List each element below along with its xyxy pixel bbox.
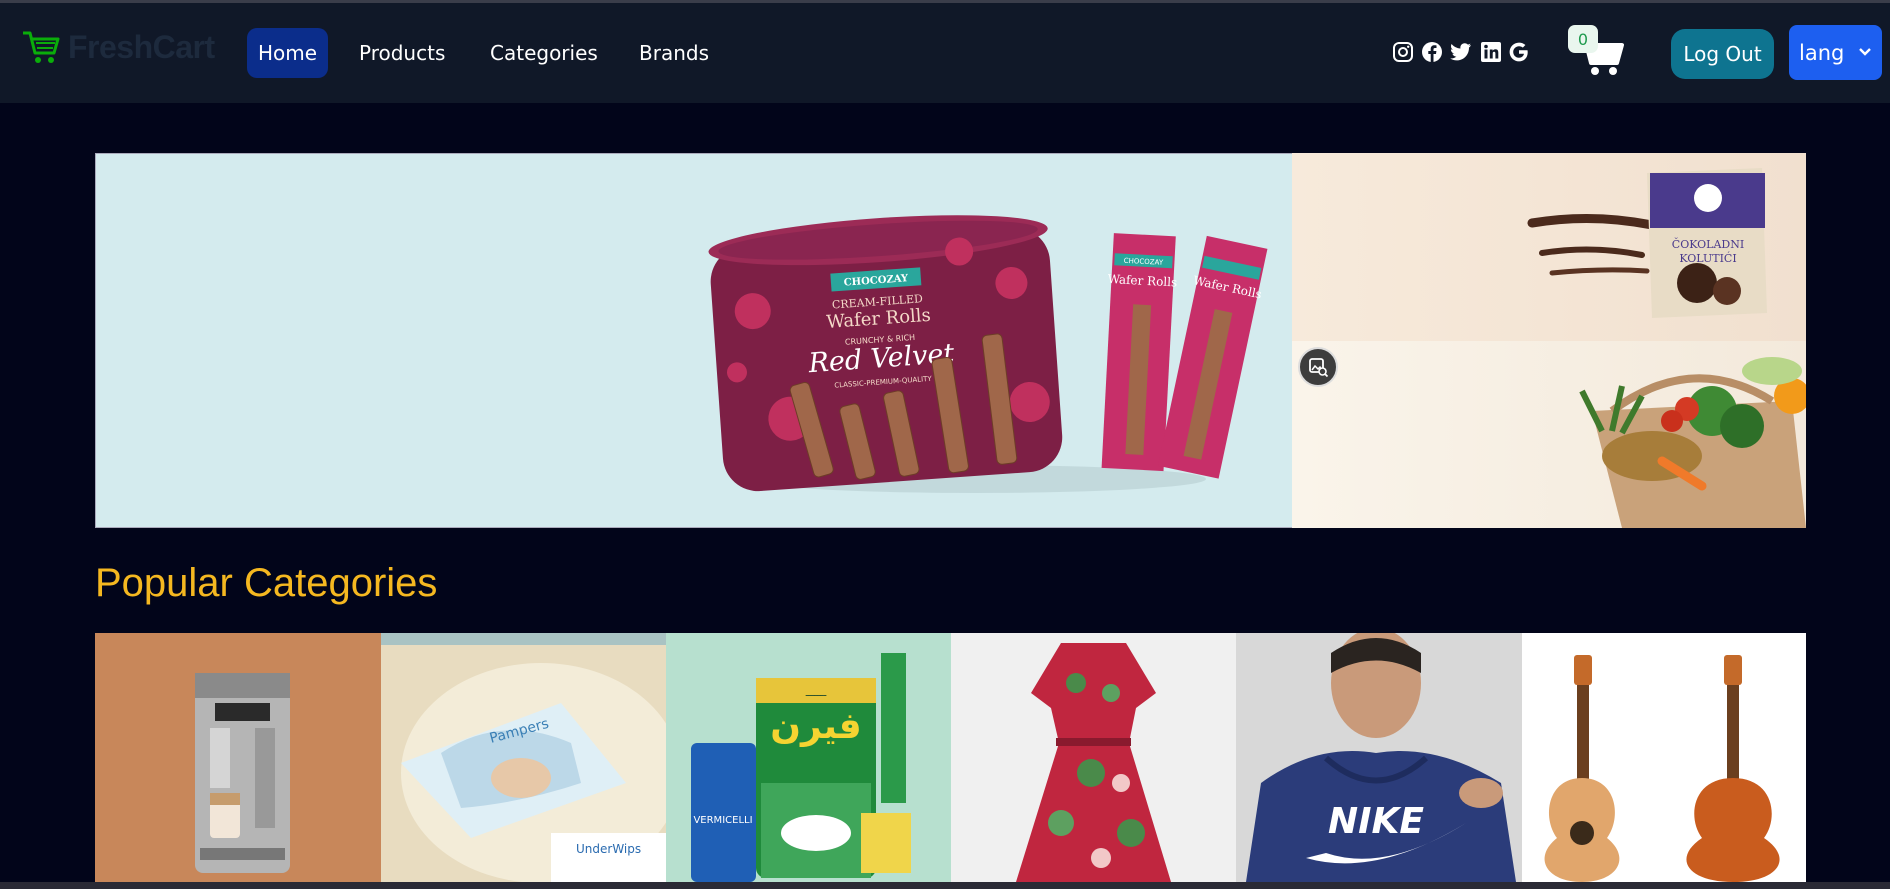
category-card-baby[interactable]: Pampers UnderWips — [381, 633, 666, 882]
cart-icon — [23, 31, 60, 63]
google-icon[interactable] — [1508, 41, 1530, 63]
category-card-supermarket[interactable]: ـــــــ فيرن VERMICELLI — [666, 633, 951, 882]
chocolate-line2-text: KOLUTIĆI — [1679, 251, 1736, 265]
category-card-music[interactable] — [1522, 633, 1806, 882]
chocolate-bag-illustration: ČOKOLADNI KOLUTIĆI — [1527, 168, 1767, 318]
groceries-image: ـــــــ فيرن VERMICELLI — [691, 653, 911, 882]
navbar: FreshCart Home Products Categories Brand… — [0, 3, 1890, 103]
main-slider-image[interactable]: CHOCOZAY CREAM-FILLED Wafer Rolls CRUNCH… — [95, 153, 1293, 528]
popular-categories-title: Popular Categories — [95, 561, 438, 605]
taskbar-strip — [0, 882, 1890, 889]
visual-search-button[interactable] — [1298, 347, 1338, 387]
nav-brands[interactable]: Brands — [628, 28, 720, 78]
side-banner-top[interactable]: ČOKOLADNI KOLUTIĆI — [1292, 153, 1806, 341]
twitter-icon[interactable] — [1450, 41, 1472, 63]
nav-products[interactable]: Products — [348, 28, 456, 78]
side-banner-bottom[interactable] — [1292, 341, 1806, 528]
chocolate-line1-text: ČOKOLADNI — [1672, 237, 1744, 251]
svg-text:ـــــــ: ـــــــ — [805, 688, 828, 699]
chevron-down-icon — [1859, 48, 1871, 56]
nike-text: NIKE — [1328, 801, 1424, 842]
wafer-rolls-illustration: CHOCOZAY CREAM-FILLED Wafer Rolls CRUNCH… — [708, 215, 1268, 493]
svg-text:فيرن: فيرن — [770, 706, 861, 747]
wipes-brand-text: UnderWips — [576, 842, 641, 856]
instagram-icon[interactable] — [1392, 41, 1414, 63]
grocery-bag-illustration — [1579, 357, 1806, 528]
category-card-mens-fashion[interactable]: NIKE — [1236, 633, 1522, 882]
vermicelli-text: VERMICELLI — [693, 815, 752, 826]
diapers-image: Pampers UnderWips — [381, 633, 666, 882]
category-card-womens-fashion[interactable] — [951, 633, 1236, 882]
image-search-icon — [1309, 358, 1329, 378]
nav-home[interactable]: Home — [247, 28, 329, 78]
coffee-machine-image — [195, 673, 290, 873]
nike-hoodie-image: NIKE — [1246, 633, 1516, 882]
linkedin-icon[interactable] — [1480, 41, 1502, 63]
brand-logo[interactable]: FreshCart — [20, 27, 215, 67]
nav-categories[interactable]: Categories — [479, 28, 609, 78]
floral-dress-image — [1016, 643, 1171, 882]
guitars-image — [1544, 655, 1780, 882]
facebook-icon[interactable] — [1421, 41, 1443, 63]
category-slider: Pampers UnderWips ـــــــ فيرن VERMICELL… — [95, 633, 1806, 882]
brand-name: FreshCart — [68, 28, 215, 65]
logout-button[interactable]: Log Out — [1671, 29, 1774, 79]
language-select[interactable]: lang — [1789, 25, 1882, 80]
cart-count-badge: 0 — [1568, 25, 1598, 53]
category-card-electronics[interactable] — [95, 633, 381, 882]
language-select-label: lang — [1799, 40, 1845, 65]
